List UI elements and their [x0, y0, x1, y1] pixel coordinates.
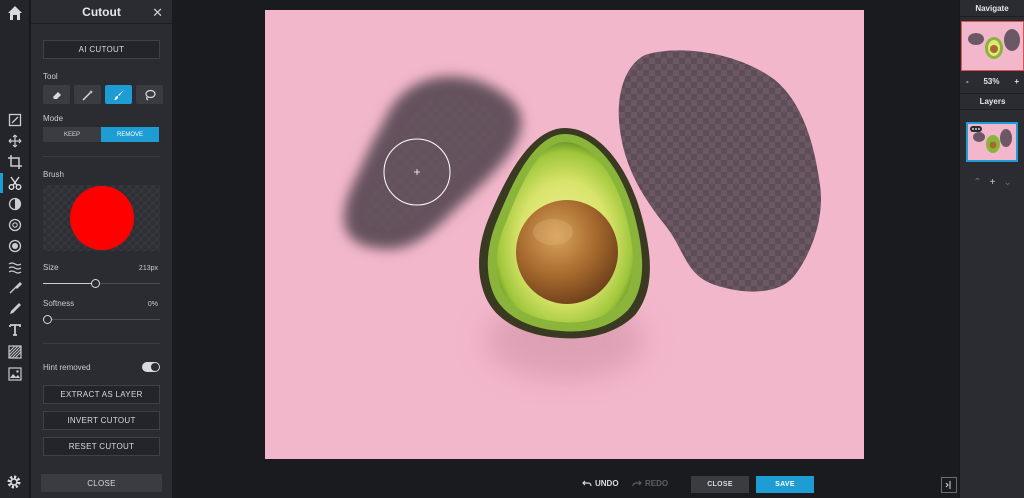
undo-button[interactable]: UNDO [582, 479, 619, 488]
layer-down-icon[interactable]: ⌄ [1003, 177, 1011, 188]
tool-label: Tool [43, 72, 58, 81]
size-slider[interactable] [43, 279, 160, 289]
image-icon[interactable] [5, 364, 25, 384]
vignette-icon[interactable] [5, 236, 25, 256]
mode-label: Mode [43, 114, 64, 123]
texture-icon[interactable] [5, 342, 25, 362]
draw-icon[interactable] [5, 299, 25, 319]
magic-wand-tool-button[interactable] [74, 85, 101, 104]
reset-cutout-button[interactable]: RESET CUTOUT [43, 437, 160, 456]
redo-button[interactable]: REDO [632, 479, 668, 488]
zoom-level: 53% [983, 76, 1000, 86]
slider-knob[interactable] [91, 279, 100, 288]
layer-controls: ⌃ + ⌄ [960, 177, 1024, 188]
brush-tool-button[interactable] [105, 85, 132, 104]
scissors-icon[interactable] [0, 173, 25, 193]
hint-removed-label: Hint removed [43, 363, 91, 372]
navigator-thumbnail[interactable] [961, 21, 1024, 71]
photo-editor-app: Cutout ✕ AI CUTOUT Tool Mode KEEP REMOVE [0, 0, 1024, 498]
zoom-control: - 53% + [960, 73, 1024, 89]
undo-icon [582, 480, 592, 486]
layer-up-icon[interactable]: ⌃ [973, 177, 981, 188]
adjust-icon[interactable] [5, 110, 25, 130]
invert-cutout-button[interactable]: INVERT CUTOUT [43, 411, 160, 430]
save-button[interactable]: SAVE [756, 476, 814, 493]
close-button[interactable]: CLOSE [691, 476, 749, 493]
eraser-tool-button[interactable] [43, 85, 70, 104]
zoom-in-button[interactable]: + [1014, 77, 1019, 86]
contrast-icon[interactable] [5, 194, 25, 214]
lasso-tool-button[interactable] [136, 85, 163, 104]
right-panel: Navigate - 53% + Layers ⌃ + ⌄ [959, 0, 1024, 498]
crop-icon[interactable] [5, 152, 25, 172]
close-icon[interactable]: ✕ [152, 5, 163, 21]
size-value: 213px [138, 265, 158, 272]
softness-label: Softness [43, 299, 75, 308]
mode-remove-button[interactable]: REMOVE [101, 127, 159, 142]
panel-close-button[interactable]: CLOSE [41, 474, 162, 492]
add-layer-icon[interactable]: + [990, 177, 996, 188]
tool-rail [0, 0, 30, 498]
layers-header: Layers [960, 93, 1024, 110]
mode-keep-button[interactable]: KEEP [43, 127, 101, 142]
slider-knob[interactable] [43, 315, 52, 324]
hint-removed-toggle[interactable] [142, 362, 160, 372]
redo-icon [632, 480, 642, 486]
brush-color-swatch [70, 186, 134, 250]
bottom-bar: UNDO REDO CLOSE SAVE [172, 473, 959, 498]
move-icon[interactable] [5, 131, 25, 151]
layer-item[interactable] [966, 122, 1018, 162]
divider [43, 156, 160, 157]
brush-icon [113, 89, 124, 100]
eraser-icon [52, 91, 61, 99]
toggle-panel-icon[interactable] [941, 477, 957, 493]
photo-canvas[interactable] [265, 10, 864, 459]
cutout-panel: Cutout ✕ AI CUTOUT Tool Mode KEEP REMOVE [31, 0, 172, 498]
extract-as-layer-button[interactable]: EXTRACT AS LAYER [43, 385, 160, 404]
canvas-area: UNDO REDO CLOSE SAVE [172, 0, 959, 498]
brush-label: Brush [43, 170, 64, 179]
mode-toggle: KEEP REMOVE [43, 127, 159, 142]
retouch-icon[interactable] [5, 278, 25, 298]
panel-title: Cutout [82, 4, 121, 19]
magic-wand-icon [81, 89, 93, 101]
panel-header: Cutout ✕ [31, 0, 172, 24]
lasso-icon [144, 89, 156, 101]
navigate-header: Navigate [960, 0, 1024, 17]
home-icon[interactable] [6, 4, 24, 22]
gear-icon[interactable] [5, 473, 25, 493]
size-label: Size [43, 263, 59, 272]
softness-slider[interactable] [43, 315, 160, 325]
redo-label: REDO [645, 479, 669, 488]
zoom-out-button[interactable]: - [966, 77, 969, 86]
brush-preview [43, 185, 160, 251]
ai-cutout-button[interactable]: AI CUTOUT [43, 40, 160, 59]
filter-icon[interactable] [5, 215, 25, 235]
divider [43, 343, 160, 344]
tool-selector [43, 85, 163, 104]
text-icon[interactable] [5, 320, 25, 340]
undo-label: UNDO [595, 479, 619, 488]
liquify-icon[interactable] [5, 257, 25, 277]
softness-value: 0% [147, 301, 158, 308]
